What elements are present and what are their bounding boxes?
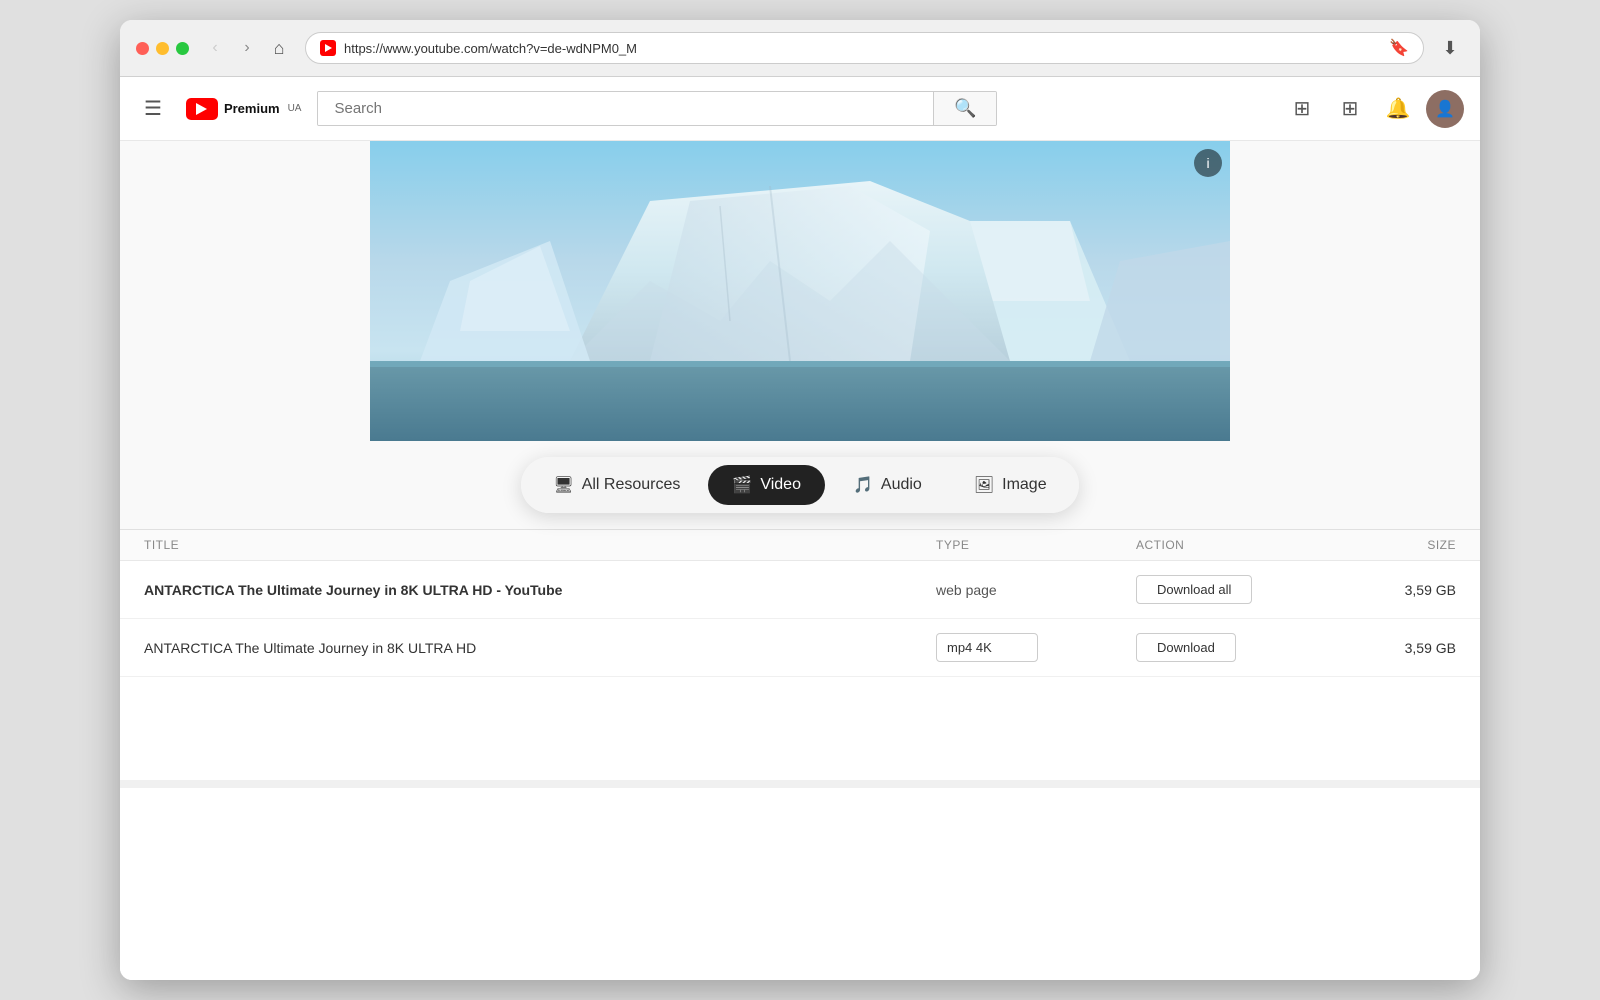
all-resources-label: All Resources [582, 476, 681, 494]
search-input[interactable] [318, 92, 933, 125]
filter-all-resources[interactable]: 🖥 All Resources [529, 465, 704, 505]
download-button[interactable]: Download [1136, 633, 1236, 662]
create-button[interactable]: ⊞ [1282, 89, 1322, 129]
home-button[interactable]: ⌂ [265, 34, 293, 62]
title-bar: ‹ › ⌂ https://www.youtube.com/watch?v=de… [120, 20, 1480, 77]
bell-icon: 🔔 [1386, 96, 1411, 121]
audio-icon: 🎵 [853, 475, 873, 495]
row-action-webpage: Download all [1136, 575, 1336, 604]
forward-button[interactable]: › [233, 34, 261, 62]
row-action-video: Download [1136, 633, 1336, 662]
create-icon: ⊞ [1294, 96, 1311, 121]
hamburger-menu[interactable]: ☰ [136, 88, 170, 129]
empty-area [120, 780, 1480, 980]
all-resources-icon: 🖥 [553, 475, 573, 495]
video-container: i [370, 141, 1230, 441]
table-row: ANTARCTICA The Ultimate Journey in 8K UL… [120, 619, 1480, 677]
back-button[interactable]: ‹ [201, 34, 229, 62]
row-type-webpage: web page [936, 582, 1136, 598]
main-content: i 🖥 All Resources 🎬 Video 🎵 Audio [120, 141, 1480, 980]
youtube-premium-text: Premium [224, 101, 280, 116]
download-icon-button[interactable]: ⬇ [1436, 34, 1464, 62]
row-title-video: ANTARCTICA The Ultimate Journey in 8K UL… [144, 640, 936, 656]
row-size-webpage: 3,59 GB [1336, 582, 1456, 598]
video-info-button[interactable]: i [1194, 149, 1222, 177]
col-header-type: Type [936, 538, 1136, 552]
grid-view-button[interactable]: ⊞ [1330, 89, 1370, 129]
site-favicon [320, 40, 336, 56]
table-header: Title Type Action Size [120, 530, 1480, 561]
col-header-title: Title [144, 538, 936, 552]
table-row: ANTARCTICA The Ultimate Journey in 8K UL… [120, 561, 1480, 619]
app-bar-right: ⊞ ⊞ 🔔 👤 [1282, 89, 1464, 129]
image-icon: 🖼 [974, 475, 994, 495]
video-label: Video [760, 476, 801, 494]
col-header-size: Size [1336, 538, 1456, 552]
maximize-button[interactable] [176, 42, 189, 55]
app-bar: ☰ Premium UA 🔍 ⊞ ⊞ 🔔 👤 [120, 77, 1480, 141]
filter-image[interactable]: 🖼 Image [950, 465, 1071, 505]
user-avatar[interactable]: 👤 [1426, 90, 1464, 128]
bookmark-button[interactable]: 🔖 [1389, 38, 1409, 58]
audio-label: Audio [881, 476, 922, 494]
filter-audio[interactable]: 🎵 Audio [829, 465, 946, 505]
type-dropdown: mp4 4K mp4 1080p mp4 720p mp4 480p [936, 633, 1136, 662]
col-header-action: Action [1136, 538, 1336, 552]
row-title-webpage: ANTARCTICA The Ultimate Journey in 8K UL… [144, 582, 936, 598]
image-label: Image [1002, 476, 1046, 494]
browser-window: ‹ › ⌂ https://www.youtube.com/watch?v=de… [120, 20, 1480, 980]
minimize-button[interactable] [156, 42, 169, 55]
type-select[interactable]: mp4 4K mp4 1080p mp4 720p mp4 480p [936, 633, 1038, 662]
video-thumbnail: i [370, 141, 1230, 441]
row-type-video: mp4 4K mp4 1080p mp4 720p mp4 480p [936, 633, 1136, 662]
grid-icon: ⊞ [1342, 96, 1359, 121]
youtube-logo-icon [186, 98, 218, 120]
filter-popup: 🖥 All Resources 🎬 Video 🎵 Audio 🖼 Image [521, 457, 1078, 513]
notifications-button[interactable]: 🔔 [1378, 89, 1418, 129]
search-submit-button[interactable]: 🔍 [933, 92, 996, 125]
download-all-button[interactable]: Download all [1136, 575, 1252, 604]
url-text: https://www.youtube.com/watch?v=de-wdNPM… [344, 41, 637, 56]
address-bar[interactable]: https://www.youtube.com/watch?v=de-wdNPM… [305, 32, 1424, 64]
video-icon: 🎬 [732, 475, 752, 495]
row-size-video: 3,59 GB [1336, 640, 1456, 656]
traffic-lights [136, 42, 189, 55]
locale-badge: UA [288, 103, 302, 114]
nav-buttons: ‹ › ⌂ [201, 34, 293, 62]
search-bar: 🔍 [317, 91, 997, 126]
download-table: Title Type Action Size ANTARCTICA The Ul… [120, 529, 1480, 780]
filter-bar: 🖥 All Resources 🎬 Video 🎵 Audio 🖼 Image [120, 441, 1480, 529]
iceberg-svg [370, 141, 1230, 441]
filter-video[interactable]: 🎬 Video [708, 465, 825, 505]
close-button[interactable] [136, 42, 149, 55]
youtube-logo: Premium UA [186, 98, 302, 120]
